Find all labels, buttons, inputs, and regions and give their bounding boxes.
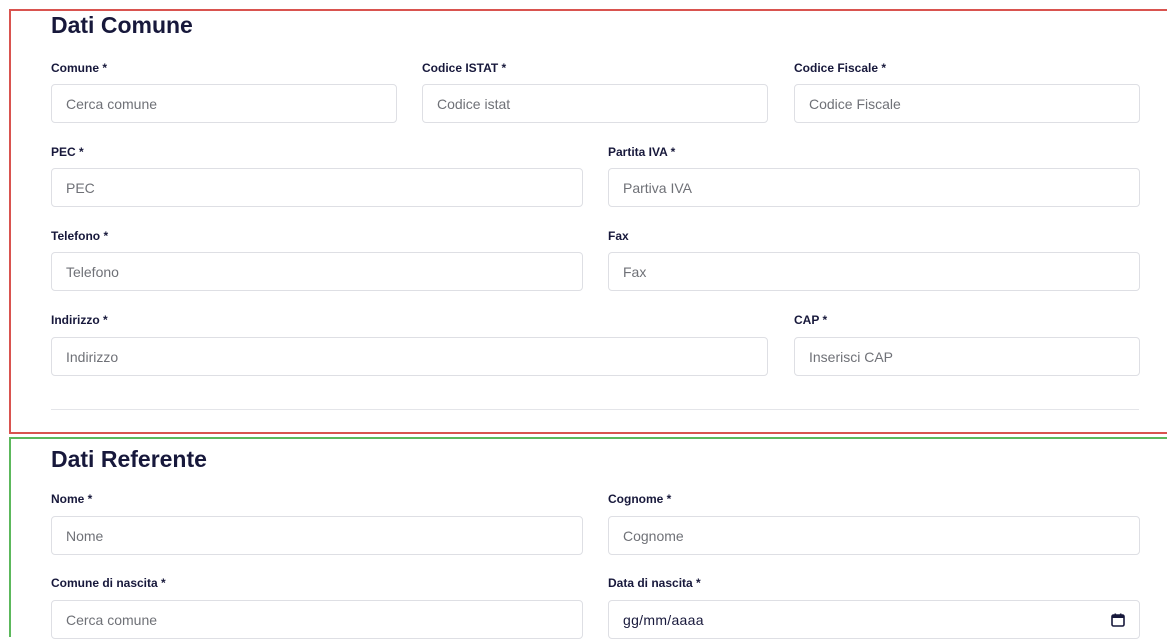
- dati-referente-title: Dati Referente: [51, 446, 207, 472]
- comune-label: Comune *: [51, 61, 108, 75]
- fax-input[interactable]: [608, 252, 1140, 291]
- pec-input[interactable]: [51, 168, 583, 207]
- codice-fiscale-label: Codice Fiscale *: [794, 61, 887, 75]
- cognome-label: Cognome *: [608, 492, 672, 506]
- cap-label: CAP *: [794, 313, 828, 327]
- telefono-input[interactable]: [51, 252, 583, 291]
- indirizzo-input[interactable]: [51, 337, 768, 376]
- codice-istat-label: Codice ISTAT *: [422, 61, 507, 75]
- cognome-input[interactable]: [608, 516, 1140, 555]
- section-divider: [51, 409, 1139, 410]
- comune-search-input[interactable]: [51, 84, 397, 123]
- partita-iva-label: Partita IVA *: [608, 145, 676, 159]
- comune-nascita-label: Comune di nascita *: [51, 576, 166, 590]
- pec-label: PEC *: [51, 145, 84, 159]
- nome-input[interactable]: [51, 516, 583, 555]
- codice-fiscale-input[interactable]: [794, 84, 1140, 123]
- codice-istat-input[interactable]: [422, 84, 768, 123]
- comune-nascita-search-input[interactable]: [51, 600, 583, 639]
- data-nascita-value: gg/mm/aaaa: [623, 611, 704, 628]
- telefono-label: Telefono *: [51, 229, 109, 243]
- cap-input[interactable]: [794, 337, 1140, 376]
- indirizzo-label: Indirizzo *: [51, 313, 108, 327]
- nome-label: Nome *: [51, 492, 93, 506]
- fax-label: Fax: [608, 229, 629, 243]
- calendar-icon[interactable]: [1111, 613, 1125, 627]
- dati-comune-title: Dati Comune: [51, 12, 193, 38]
- partita-iva-input[interactable]: [608, 168, 1140, 207]
- data-nascita-date-input[interactable]: gg/mm/aaaa: [608, 600, 1140, 639]
- data-nascita-label: Data di nascita *: [608, 576, 701, 590]
